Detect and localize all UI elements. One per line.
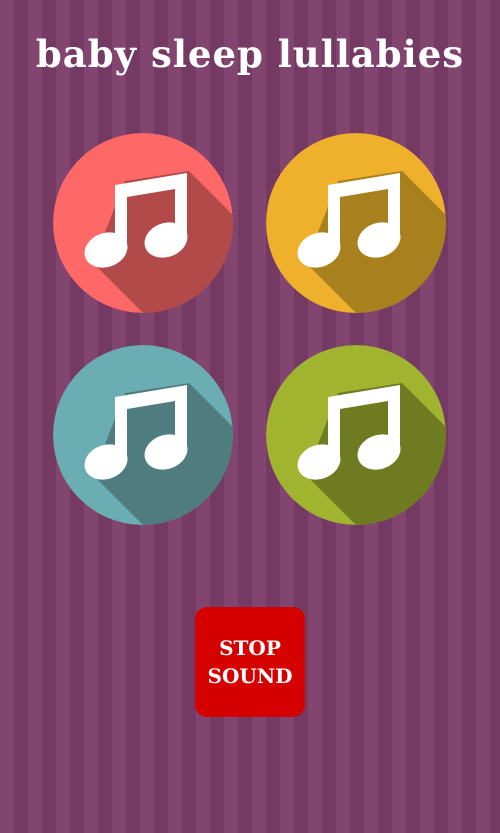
lullaby-button-4[interactable] — [266, 345, 446, 525]
music-note-icon — [266, 345, 446, 525]
lullaby-button-3[interactable] — [53, 345, 233, 525]
lullaby-button-1[interactable] — [53, 133, 233, 313]
music-note-icon — [53, 345, 233, 525]
lullaby-grid — [0, 0, 500, 560]
stop-sound-button[interactable]: STOP SOUND — [195, 607, 305, 717]
lullaby-button-2[interactable] — [266, 133, 446, 313]
music-note-icon — [53, 133, 233, 313]
music-note-icon — [266, 133, 446, 313]
stop-sound-label: STOP SOUND — [207, 636, 293, 688]
